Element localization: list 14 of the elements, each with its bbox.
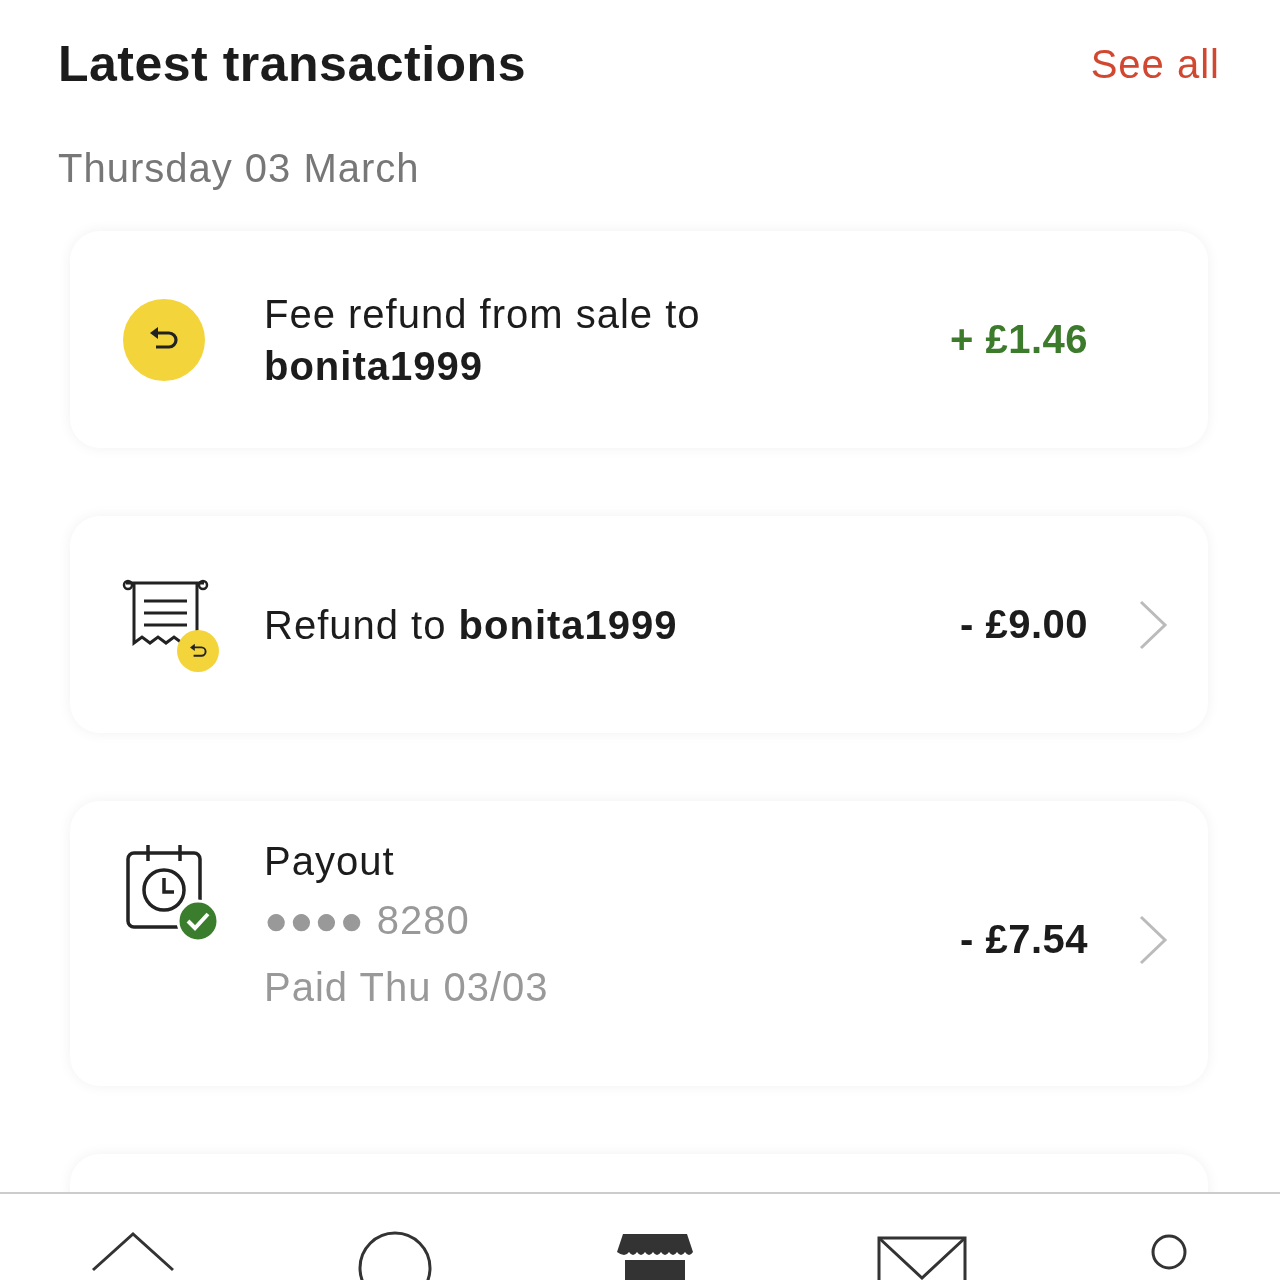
transaction-title: Fee refund from sale to bonita1999 <box>264 290 702 390</box>
transaction-title: Payout <box>264 838 396 885</box>
transaction-detail: Paid Thu 03/03 <box>264 964 550 1011</box>
refund-icon <box>122 297 206 382</box>
transaction-detail: ●●●● 8280 <box>264 897 471 944</box>
date-heading: Thursday 03 March <box>58 146 421 191</box>
amount: + £1.46 <box>949 317 1088 362</box>
section-title: Latest transactions <box>58 35 526 93</box>
amount: - £7.54 <box>959 917 1088 962</box>
see-all-link[interactable]: See all <box>1090 41 1220 87</box>
transaction-title: Refund to bonita1999 <box>264 601 679 649</box>
transaction-card[interactable]: Payout ●●●● 8280 Paid Thu 03/03 - £7.54 <box>70 801 1208 1086</box>
transaction-card[interactable]: Refund to bonita1999 - £9.00 <box>70 516 1208 733</box>
amount: - £9.00 <box>959 602 1088 647</box>
